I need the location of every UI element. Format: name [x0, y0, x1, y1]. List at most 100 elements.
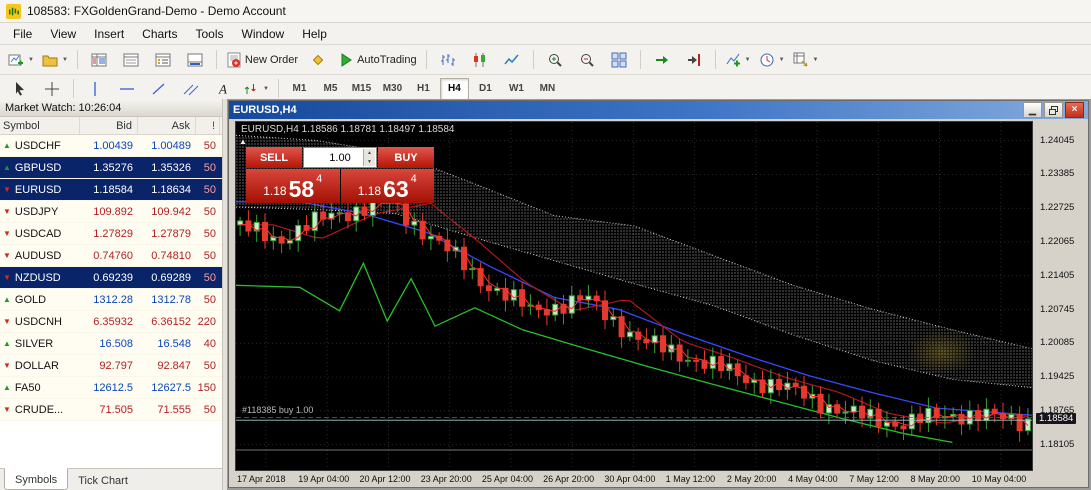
- navigator-button[interactable]: [147, 47, 179, 72]
- timeframe-m30[interactable]: M30: [378, 78, 407, 100]
- menu-insert[interactable]: Insert: [85, 25, 133, 43]
- symbol-row-nzdusd[interactable]: ▼NZDUSD0.692390.6928950: [0, 267, 222, 289]
- menu-file[interactable]: File: [4, 25, 41, 43]
- crosshair-button[interactable]: [36, 76, 68, 101]
- vertical-line-button[interactable]: [79, 76, 111, 101]
- tile-windows-icon: [611, 52, 627, 68]
- templates-button[interactable]: ▼: [789, 47, 823, 72]
- symbol-row-usdcnh[interactable]: ▼USDCNH6.359326.36152220: [0, 311, 222, 333]
- buy-button[interactable]: BUY: [378, 147, 434, 168]
- new-order-button[interactable]: New Order: [222, 47, 302, 72]
- timeframe-mn[interactable]: MN: [533, 78, 562, 100]
- volume-spinner[interactable]: ▲▼: [363, 149, 375, 166]
- sell-price[interactable]: 1.18 58 4: [246, 169, 340, 203]
- autotrading-button[interactable]: AutoTrading: [334, 47, 421, 72]
- chart-close-button[interactable]: ×: [1065, 102, 1084, 118]
- menu-charts[interactable]: Charts: [133, 25, 186, 43]
- arrows-button[interactable]: ▼: [239, 76, 273, 101]
- dropdown-arrow-icon[interactable]: ▼: [813, 57, 819, 63]
- metaeditor-button[interactable]: [302, 47, 334, 72]
- profiles-button[interactable]: ▼: [38, 47, 72, 72]
- symbol-row-crude[interactable]: ▼CRUDE...71.50571.55550: [0, 399, 222, 421]
- dropdown-arrow-icon[interactable]: ▼: [779, 57, 785, 63]
- time-tick: 23 Apr 20:00: [421, 474, 472, 484]
- column-header-symbol[interactable]: Symbol: [0, 117, 80, 134]
- tab-tick-chart[interactable]: Tick Chart: [68, 469, 138, 490]
- time-tick: 26 Apr 20:00: [543, 474, 594, 484]
- time-tick: 19 Apr 04:00: [298, 474, 349, 484]
- cursor-button[interactable]: [4, 76, 36, 101]
- zoom-in-button[interactable]: [539, 47, 571, 72]
- symbol-row-fa50[interactable]: ▲FA5012612.512627.5150: [0, 377, 222, 399]
- symbol-row-silver[interactable]: ▲SILVER16.50816.54840: [0, 333, 222, 355]
- symbol-row-audusd[interactable]: ▼AUDUSD0.747600.7481050: [0, 245, 222, 267]
- menu-tools[interactable]: Tools: [187, 25, 233, 43]
- market-watch-button[interactable]: [83, 47, 115, 72]
- dropdown-arrow-icon[interactable]: ▼: [28, 57, 34, 63]
- broker-watermark: [907, 330, 977, 375]
- buy-price[interactable]: 1.18 63 4: [341, 169, 435, 203]
- tab-symbols[interactable]: Symbols: [4, 468, 68, 490]
- tile-windows-button[interactable]: [603, 47, 635, 72]
- spinner-up-icon[interactable]: ▲: [367, 150, 372, 156]
- chart-minimize-button[interactable]: ▁: [1023, 102, 1042, 118]
- terminal-button[interactable]: [179, 47, 211, 72]
- dropdown-arrow-icon[interactable]: ▼: [745, 57, 751, 63]
- periods-button[interactable]: ▼: [755, 47, 789, 72]
- timeframe-m5[interactable]: M5: [316, 78, 345, 100]
- time-axis[interactable]: 17 Apr 201819 Apr 04:0020 Apr 12:0023 Ap…: [235, 471, 1033, 487]
- trendline-button[interactable]: [143, 76, 175, 101]
- market-watch-header[interactable]: Market Watch: 10:26:04: [0, 99, 222, 117]
- chart-plot[interactable]: EURUSD,H4 1.18586 1.18781 1.18497 1.1858…: [235, 121, 1033, 471]
- menu-window[interactable]: Window: [233, 25, 294, 43]
- sell-button[interactable]: SELL: [246, 147, 302, 168]
- chart-line-button[interactable]: [496, 47, 528, 72]
- ask-cell: 6.36152: [138, 316, 196, 328]
- chart-window-titlebar[interactable]: EURUSD,H4 ▁ ×: [229, 101, 1088, 119]
- new-chart-button[interactable]: ▼: [4, 47, 38, 72]
- symbol-row-gbpusd[interactable]: ▲GBPUSD1.352761.3532650: [0, 157, 222, 179]
- symbol-row-usdchf[interactable]: ▲USDCHF1.004391.0048950: [0, 135, 222, 157]
- volume-input[interactable]: 1.00 ▲▼: [303, 147, 377, 168]
- crosshair-icon: [44, 81, 60, 97]
- chart-restore-button[interactable]: [1044, 102, 1063, 118]
- column-header-bid[interactable]: Bid: [80, 117, 138, 134]
- data-window-button[interactable]: [115, 47, 147, 72]
- timeframe-d1[interactable]: D1: [471, 78, 500, 100]
- column-header-[interactable]: !: [196, 117, 220, 134]
- channel-button[interactable]: [175, 76, 207, 101]
- symbol-row-usdjpy[interactable]: ▼USDJPY109.892109.94250: [0, 201, 222, 223]
- mt4-application: 108583: FXGoldenGrand-Demo - Demo Accoun…: [0, 0, 1091, 490]
- timeframe-h1[interactable]: H1: [409, 78, 438, 100]
- symbol-row-dollar[interactable]: ▼DOLLAR92.79792.84750: [0, 355, 222, 377]
- symbol-cell: ▲USDCHF: [0, 140, 80, 152]
- timeframe-m1[interactable]: M1: [285, 78, 314, 100]
- timeframe-m15[interactable]: M15: [347, 78, 376, 100]
- symbol-row-gold[interactable]: ▲GOLD1312.281312.7850: [0, 289, 222, 311]
- zoom-out-button[interactable]: [571, 47, 603, 72]
- chart-shift-button[interactable]: [678, 47, 710, 72]
- indicators-button[interactable]: ▼: [721, 47, 755, 72]
- one-click-collapse-icon[interactable]: ▲: [239, 137, 247, 146]
- spinner-down-icon[interactable]: ▼: [367, 159, 372, 165]
- profiles-icon: [42, 52, 58, 68]
- dropdown-arrow-icon[interactable]: ▼: [263, 86, 269, 92]
- symbol-row-eurusd[interactable]: ▼EURUSD1.185841.1863450: [0, 179, 222, 201]
- dropdown-arrow-icon[interactable]: ▼: [62, 57, 68, 63]
- chart-candles-button[interactable]: [464, 47, 496, 72]
- ask-cell: 16.548: [138, 338, 196, 350]
- price-axis[interactable]: 1.240451.233851.227251.220651.214051.207…: [1033, 121, 1088, 471]
- window-titlebar[interactable]: 108583: FXGoldenGrand-Demo - Demo Accoun…: [0, 0, 1091, 23]
- menu-view[interactable]: View: [41, 25, 85, 43]
- timeframe-w1[interactable]: W1: [502, 78, 531, 100]
- arrows-icon: [243, 81, 259, 97]
- ask-cell: 0.74810: [138, 250, 196, 262]
- symbol-row-usdcad[interactable]: ▼USDCAD1.278291.2787950: [0, 223, 222, 245]
- text-button[interactable]: A: [207, 76, 239, 101]
- menu-help[interactable]: Help: [293, 25, 336, 43]
- auto-scroll-button[interactable]: [646, 47, 678, 72]
- chart-bars-button[interactable]: [432, 47, 464, 72]
- column-header-ask[interactable]: Ask: [138, 117, 196, 134]
- horizontal-line-button[interactable]: [111, 76, 143, 101]
- timeframe-h4[interactable]: H4: [440, 78, 469, 100]
